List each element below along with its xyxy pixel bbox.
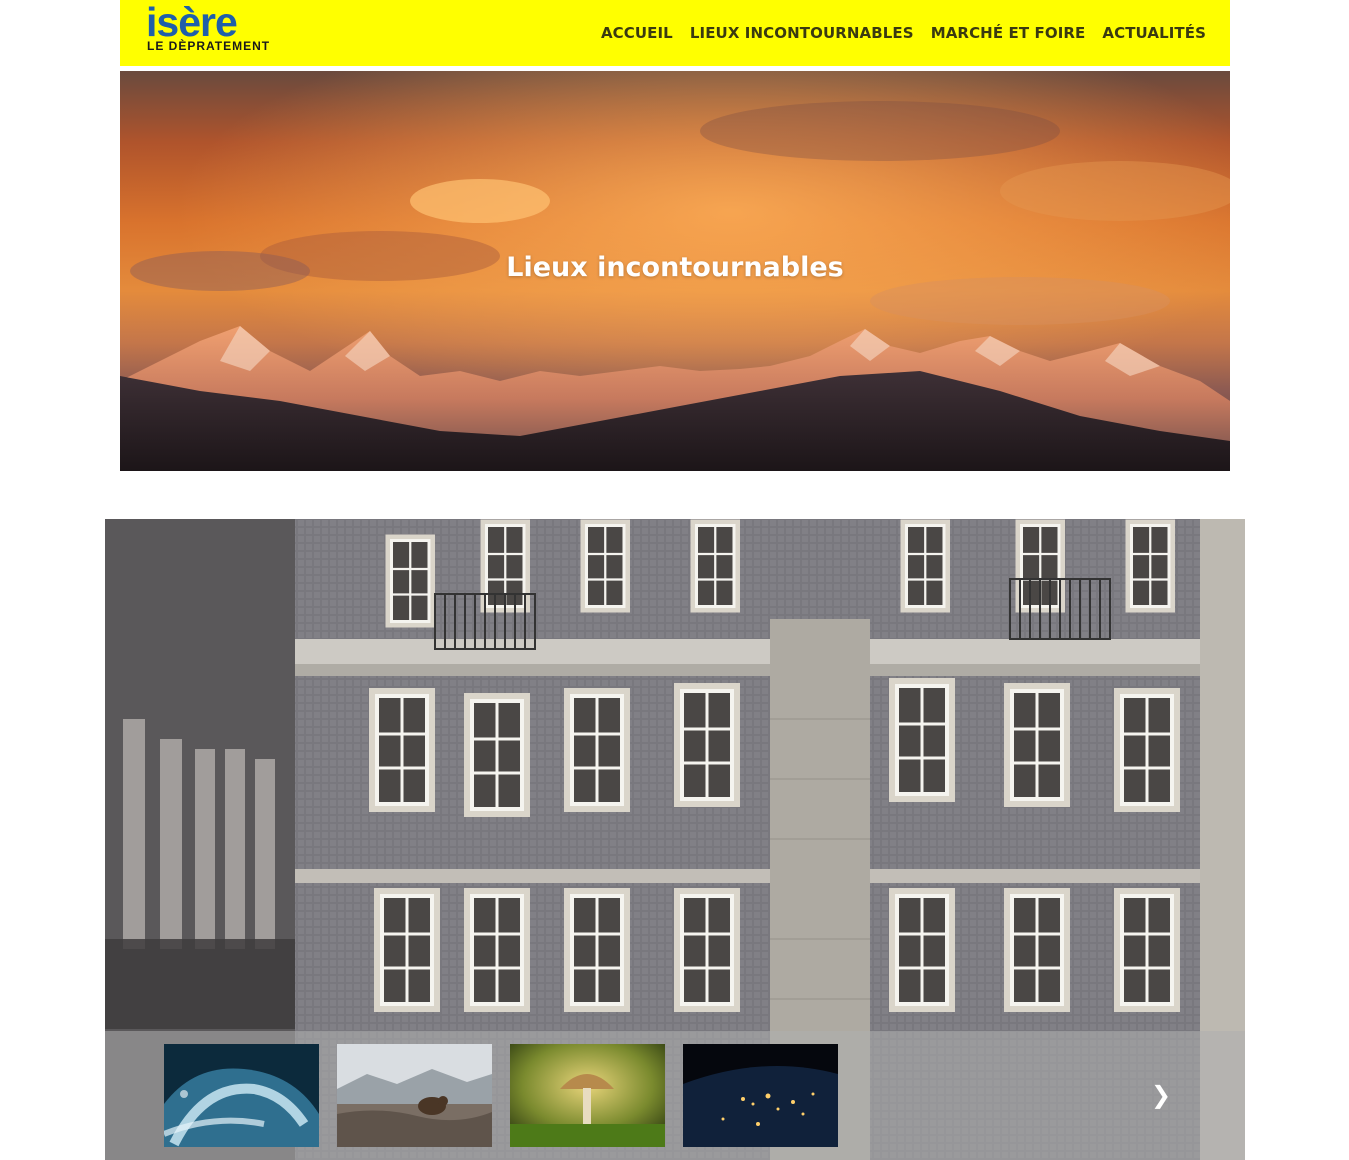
- image-gallery: ❯: [105, 519, 1245, 1160]
- thumbnail-ocean-wave[interactable]: [164, 1044, 319, 1147]
- thumbnail-beaver[interactable]: [337, 1044, 492, 1147]
- ocean-wave-image: [164, 1044, 319, 1147]
- mushroom-image: [510, 1044, 665, 1147]
- thumbnail-earth-night[interactable]: [683, 1044, 838, 1147]
- site-logo[interactable]: isère LE DÈPRATEMENT: [146, 2, 350, 56]
- chevron-right-icon[interactable]: ❯: [1149, 1083, 1173, 1107]
- beaver-in-snow-image: [337, 1044, 492, 1147]
- earth-at-night-image: [683, 1044, 838, 1147]
- logo-wordmark: isère: [146, 0, 238, 45]
- hero-title: Lieux incontournables: [506, 252, 844, 283]
- hero-banner: Lieux incontournables: [120, 71, 1230, 471]
- logo-subtitle: LE DÈPRATEMENT: [147, 39, 271, 53]
- thumbnail-mushroom[interactable]: [510, 1044, 665, 1147]
- nav-link-actualites[interactable]: ACTUALITÉS: [1102, 23, 1206, 43]
- nav-link-lieux-incontournables[interactable]: LIEUX INCONTOURNABLES: [690, 23, 914, 43]
- site-header: isère LE DÈPRATEMENT ACCUEIL LIEUX INCON…: [120, 0, 1230, 66]
- thumbnail-strip: ❯: [105, 1031, 1245, 1160]
- nav-link-marche-et-foire[interactable]: MARCHÉ ET FOIRE: [931, 23, 1086, 43]
- nav-link-accueil[interactable]: ACCUEIL: [601, 23, 673, 43]
- main-nav: ACCUEIL LIEUX INCONTOURNABLES MARCHÉ ET …: [601, 22, 1206, 44]
